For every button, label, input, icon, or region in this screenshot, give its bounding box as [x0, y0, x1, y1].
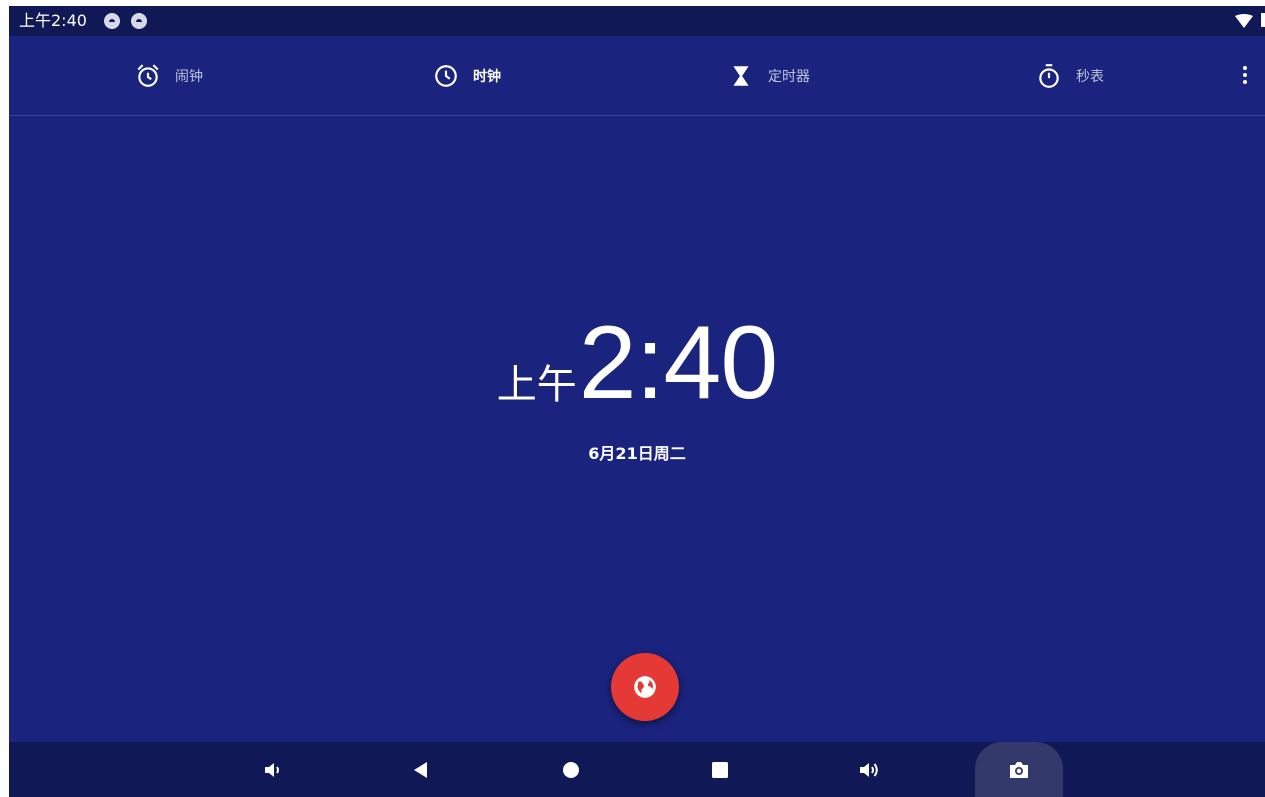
screenshot-button[interactable]	[975, 742, 1063, 797]
recents-button[interactable]	[695, 742, 745, 797]
tab-stopwatch[interactable]: 秒表	[1036, 36, 1104, 115]
more-vert-icon[interactable]	[1233, 60, 1257, 90]
clock-icon	[435, 64, 457, 87]
alarm-clock-icon	[137, 63, 159, 87]
notification-icon	[131, 13, 147, 29]
notification-icon	[104, 13, 120, 29]
tab-bar: 闹钟 时钟 定时器 秒表	[9, 36, 1265, 116]
tab-label: 闹钟	[175, 68, 203, 85]
volume-up-icon	[860, 762, 878, 777]
tab-label: 时钟	[473, 68, 501, 85]
tab-label: 定时器	[768, 68, 810, 85]
digital-clock: 上午2:40	[9, 308, 1265, 418]
tab-label: 秒表	[1076, 68, 1104, 85]
status-time: 上午2:40	[19, 11, 87, 30]
home-button[interactable]	[546, 742, 596, 797]
tab-alarm[interactable]: 闹钟	[135, 36, 203, 115]
clock-date: 6月21日周二	[588, 444, 686, 463]
back-button[interactable]	[396, 742, 446, 797]
tab-clock[interactable]: 时钟	[433, 36, 501, 115]
clock-time: 2:40	[578, 305, 778, 421]
clock-ampm: 上午	[496, 362, 577, 408]
clock-app-screen: 上午2:40 闹钟 时钟 定时器 秒表 上午2:40 6月21日周二	[9, 6, 1265, 797]
globe-icon	[634, 676, 656, 698]
navigation-bar	[9, 742, 1265, 797]
volume-down-icon	[265, 762, 279, 777]
stopwatch-icon	[1039, 63, 1059, 88]
camera-icon	[1010, 761, 1028, 778]
battery-icon	[1261, 13, 1265, 27]
volume-down-button[interactable]	[248, 742, 298, 797]
recents-icon	[712, 761, 728, 778]
volume-up-button[interactable]	[844, 742, 894, 797]
home-icon	[563, 761, 579, 778]
wifi-icon	[1235, 14, 1253, 28]
back-icon	[414, 761, 427, 778]
world-clock-button[interactable]	[611, 653, 679, 721]
status-bar: 上午2:40	[9, 6, 1265, 36]
tab-timer[interactable]: 定时器	[728, 36, 810, 115]
hourglass-icon	[733, 65, 749, 86]
